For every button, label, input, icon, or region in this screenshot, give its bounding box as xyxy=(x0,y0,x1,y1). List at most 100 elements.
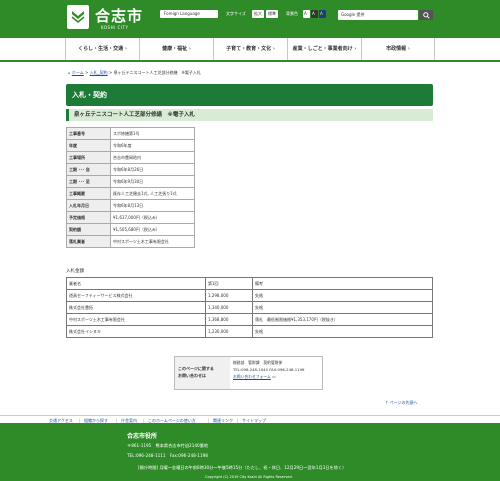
table-row: 工期 ･･･ 至令和6年9月30日 xyxy=(66,175,195,188)
nav-item-business[interactable]: 産業・しごと・事業者向け › xyxy=(287,38,361,60)
bid-amount-label: 入札金額 xyxy=(66,269,84,274)
footer-tel: TEL:096-248-1111 Fax:096-248-1198 xyxy=(127,453,208,458)
bid-note: 落札 最低制限価格¥1,353,170円（税抜き） xyxy=(252,313,433,326)
bidder-name: 遊具セーフティーサービス株式会社 xyxy=(66,289,206,302)
city-logo[interactable] xyxy=(67,5,89,29)
contact-heading-line: このページに関する xyxy=(178,366,214,371)
breadcrumb-separator: > xyxy=(108,70,113,75)
info-value: 合志市豊岡地内 xyxy=(110,151,195,164)
foreign-language-button[interactable]: Foreign Language xyxy=(160,10,218,18)
nav-item-label: 市政情報 xyxy=(386,46,407,52)
contact-department: 総務部 管財課 契約管財係 xyxy=(233,360,283,365)
info-value: 既存人工芝撤去1式, 人工芝張り1式 xyxy=(110,187,195,200)
chevron-right-icon: › xyxy=(354,46,357,52)
info-key: 年度 xyxy=(66,139,111,152)
text-size-label: 文字サイズ xyxy=(226,11,246,16)
global-nav: くらし・生活・交通 › 健康・福祉 › 子育て・教育・文化 › 産業・しごと・事… xyxy=(0,38,500,62)
table-row: 入札年月日 令和6年8月13日 xyxy=(66,199,195,212)
table-row: 工事概要 既存人工芝撤去1式, 人工芝張り1式 xyxy=(66,187,195,200)
contact-details: 総務部 管財課 契約管財係 TEL:096-248-1040 FAX:096-2… xyxy=(233,359,304,380)
table-row: 工期 ･･･ 自令和6年8月26日 xyxy=(66,163,195,176)
chevron-right-icon: › xyxy=(188,46,191,52)
footer-hours: [開庁時間] 月曜～金曜日の午前8時30分～午後5時15分（ただし、祝・休日、1… xyxy=(138,465,347,470)
external-window-icon: ▭ xyxy=(272,374,276,379)
info-value: 令和6年8月26日 xyxy=(110,163,195,176)
bid-note: 失格 xyxy=(252,289,433,302)
info-key: 工事場所 xyxy=(66,151,111,164)
info-value: 令和6年9月30日 xyxy=(110,175,195,188)
page-title: 入札・契約 xyxy=(66,84,433,106)
table-row: 株式会社豊拓 1,340,000 失格 xyxy=(66,301,433,314)
contact-phone: TEL:096-248-1040 FAX:096-248-1196 xyxy=(233,367,305,372)
info-key: 工事概要 xyxy=(66,187,111,200)
bid-amount: 1,340,000 xyxy=(205,301,253,314)
info-key: 落札業者 xyxy=(66,235,111,248)
info-key: 工期 ･･･ 至 xyxy=(66,175,111,188)
site-search-input[interactable]: Google 提供 xyxy=(338,10,418,20)
bid-amount: 1,230,000 xyxy=(205,325,253,338)
page-subtitle: 泉ヶ丘テニスコート人工芝部分修繕 ※電子入札 xyxy=(66,109,433,121)
bg-color-white-button[interactable]: A xyxy=(303,10,310,18)
breadcrumb-separator: > xyxy=(85,70,89,75)
table-row: 契約額 ¥1,505,680円（税込み） xyxy=(66,223,195,236)
site-footer: 合志市役所 〒861-1195 熊本県合志市竹迫2140番地 TEL:096-2… xyxy=(0,423,500,481)
info-value: スポ修繕第1号 xyxy=(110,127,195,140)
inquiry-form-link[interactable]: お問い合わせフォーム xyxy=(233,374,271,379)
table-row: 工事番号 スポ修繕第1号 xyxy=(66,127,195,140)
info-value: ¥1,617,000円（税込み） xyxy=(110,211,195,224)
bid-results-table: 業者名 第1回 備考 遊具セーフティーサービス株式会社 1,298,000 失格… xyxy=(66,277,433,338)
info-value: ¥1,505,680円（税込み） xyxy=(110,223,195,236)
city-emblem-icon xyxy=(70,8,86,24)
search-button[interactable] xyxy=(419,10,433,20)
table-row: 株式会社イシヌキ 1,230,000 失格 xyxy=(66,325,433,338)
info-value: 令和6年度 xyxy=(110,139,195,152)
contact-heading: このページに関する お問い合わせは xyxy=(175,357,230,389)
table-row: 工事場所 合志市豊岡地内 xyxy=(66,151,195,164)
footer-copyright: Copyright (C) 2019 City Koshi All Rights… xyxy=(205,475,293,479)
chevron-right-icon: › xyxy=(272,46,275,52)
bidder-name: 株式会社イシヌキ xyxy=(66,325,206,338)
nav-item-label: 産業・しごと・事業者向け xyxy=(292,46,353,52)
info-key: 入札年月日 xyxy=(66,199,111,212)
page-top-link[interactable]: ↑ ページの先頭へ xyxy=(385,400,418,406)
nav-item-label: 健康・福祉 xyxy=(162,46,188,52)
table-header-row: 業者名 第1回 備考 xyxy=(66,277,433,290)
text-size-standard-button[interactable]: 標準 xyxy=(266,10,278,18)
contact-heading-line: お問い合わせは xyxy=(178,373,206,378)
chevron-right-icon: › xyxy=(124,46,127,52)
nav-item-government[interactable]: 市政情報 › xyxy=(361,38,435,60)
nav-item-education[interactable]: 子育て・教育・文化 › xyxy=(213,38,287,60)
info-key: 契約額 xyxy=(66,223,111,236)
table-row: 落札業者 中村スポーツ土木工事有限会社 xyxy=(66,235,195,248)
chevron-right-icon: › xyxy=(407,46,410,52)
bg-color-blue-button[interactable]: A xyxy=(319,10,326,18)
arrow-up-icon: ↑ xyxy=(385,400,389,405)
breadcrumb-home[interactable]: ホーム xyxy=(72,70,84,75)
text-size-enlarge-button[interactable]: 拡大 xyxy=(252,10,264,18)
bidder-name: 株式会社豊拓 xyxy=(66,301,206,314)
page-top-label: ページの先頭へ xyxy=(389,400,418,405)
nav-item-health[interactable]: 健康・福祉 › xyxy=(139,38,213,60)
table-row: 遊具セーフティーサービス株式会社 1,298,000 失格 xyxy=(66,289,433,302)
city-name[interactable]: 合志市 xyxy=(95,5,143,26)
bg-color-label: 背景色 xyxy=(286,11,298,16)
bidder-name: 中村スポーツ土木工事有限会社 xyxy=(66,313,206,326)
nav-item-living[interactable]: くらし・生活・交通 › xyxy=(65,38,139,60)
info-key: 工期 ･･･ 自 xyxy=(66,163,111,176)
breadcrumb-bid-contract[interactable]: 入札_契約 xyxy=(90,70,108,75)
column-header: 業者名 xyxy=(66,277,206,290)
info-value: 中村スポーツ土木工事有限会社 xyxy=(110,235,195,248)
column-header: 備考 xyxy=(252,277,433,290)
bg-color-black-button[interactable]: A xyxy=(311,10,318,18)
breadcrumb-current: 泉ヶ丘テニスコート人工芝部分修繕 ※電子入札 xyxy=(113,70,201,75)
info-key: 工事番号 xyxy=(66,127,111,140)
bid-amount: 1,298,000 xyxy=(205,289,253,302)
contact-box: このページに関する お問い合わせは 総務部 管財課 契約管財係 TEL:096-… xyxy=(174,356,323,390)
nav-item-label: くらし・生活・交通 xyxy=(78,46,124,52)
breadcrumb: ⌂ ホーム > 入札_契約 > 泉ヶ丘テニスコート人工芝部分修繕 ※電子入札 xyxy=(68,70,201,76)
nav-item-label: 子育て・教育・文化 xyxy=(226,46,272,52)
table-row: 中村スポーツ土木工事有限会社 1,368,800 落札 最低制限価格¥1,353… xyxy=(66,313,433,326)
info-value: 令和6年8月13日 xyxy=(110,199,195,212)
project-info-table: 工事番号 スポ修繕第1号 年度 令和6年度 工事場所 合志市豊岡地内 工期 ･･･ 自… xyxy=(66,127,195,248)
table-row: 予定価格 ¥1,617,000円（税込み） xyxy=(66,211,195,224)
